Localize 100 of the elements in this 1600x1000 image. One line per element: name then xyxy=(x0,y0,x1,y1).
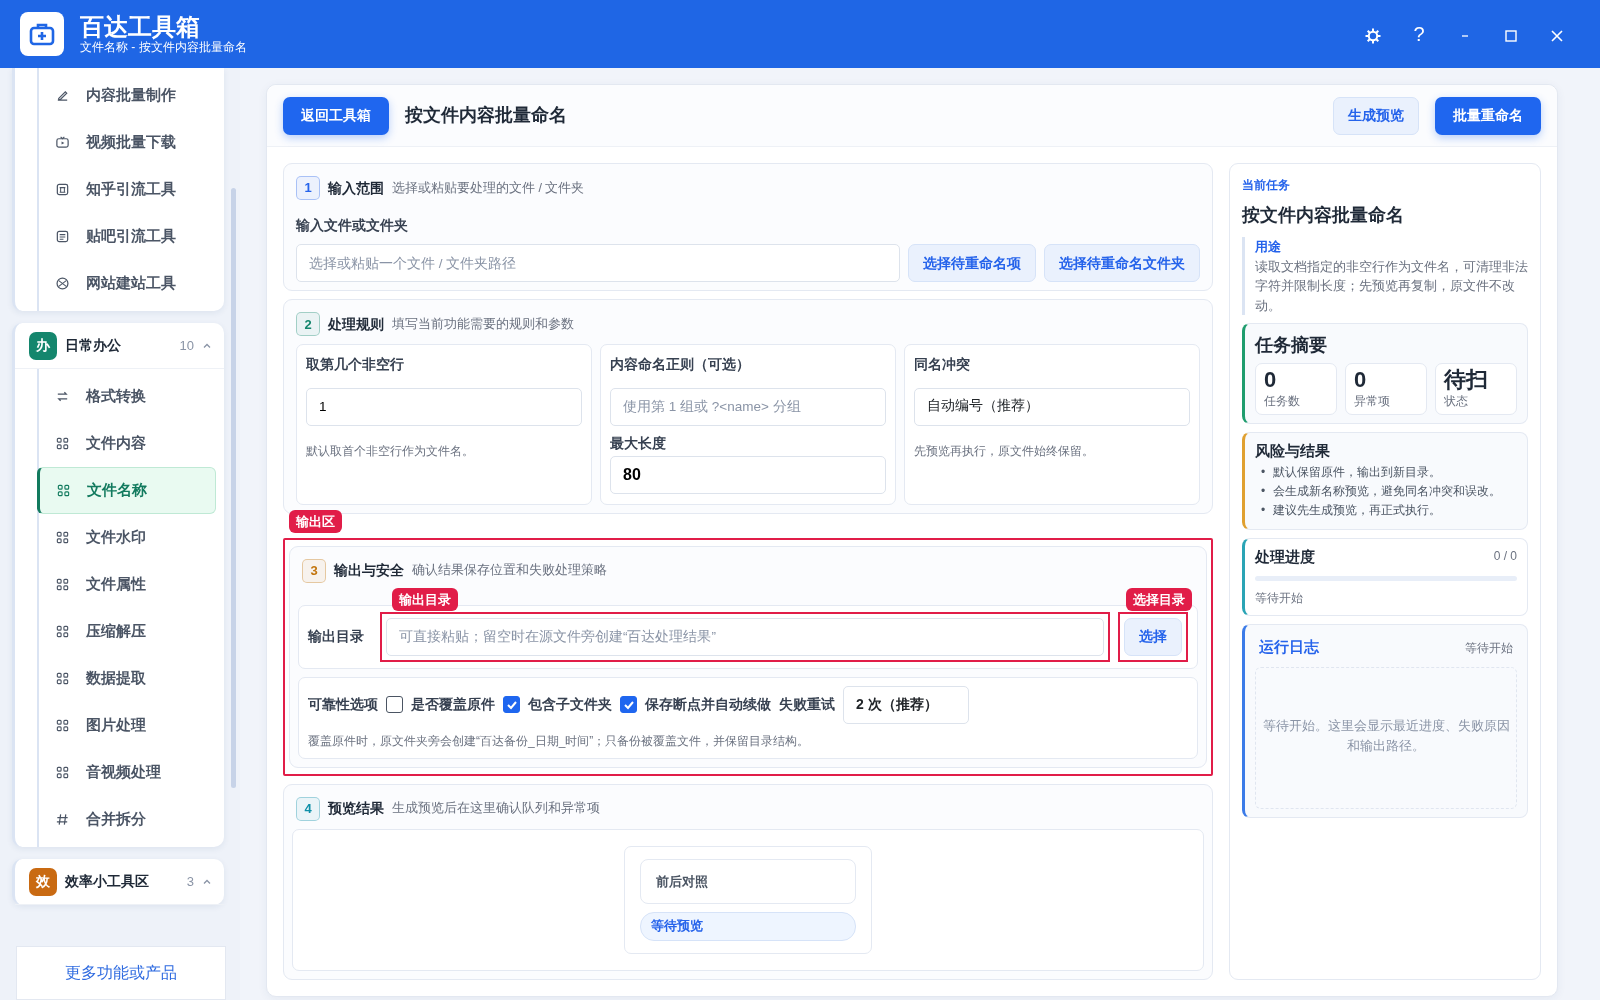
sidebar-item[interactable]: 音视频处理 xyxy=(39,749,224,796)
help-button[interactable]: ? xyxy=(1396,14,1442,54)
group-badge: 效 xyxy=(29,867,57,896)
bullet: • xyxy=(1261,502,1266,520)
sidebar-item[interactable]: 文件内容 xyxy=(39,420,224,467)
grid-icon xyxy=(55,718,70,733)
field-label: 可靠性选项 xyxy=(308,695,378,714)
status-pill: 等待预览 xyxy=(640,912,856,941)
field-label: 内容命名正则（可选） xyxy=(610,356,751,375)
conflict-select[interactable]: 自动编号（推荐） xyxy=(913,387,1190,426)
sidebar-item[interactable]: 文件属性 xyxy=(39,561,224,608)
select-button[interactable]: 选择待重命名项 xyxy=(908,244,1036,283)
sidebar-item[interactable]: 贴吧引流工具 xyxy=(39,213,224,260)
sidebar-item[interactable]: 网站建站工具 xyxy=(39,260,224,307)
grid-icon xyxy=(55,624,70,639)
grid-icon xyxy=(55,577,70,592)
group-title: 日常办公 xyxy=(65,336,121,355)
log-status: 等待开始 xyxy=(1465,640,1513,658)
purpose-label: 用途 xyxy=(1255,238,1282,256)
section-title: 处理规则 xyxy=(328,314,384,334)
grid-icon xyxy=(55,765,70,780)
square-icon xyxy=(55,182,70,197)
field-label: 输入文件或文件夹 xyxy=(295,217,409,235)
stat-label: 异常项 xyxy=(1354,393,1391,411)
section-hint: 生成预览后在这里确认队列和异常项 xyxy=(392,800,600,818)
toolbox-logo-icon xyxy=(20,12,64,56)
annotation-label: 输出区 xyxy=(289,509,342,534)
video-icon xyxy=(55,135,70,150)
field-note: 覆盖原件时，原文件夹旁会创建“百达备份_日期_时间”；只备份被覆盖文件，并保留目录结构。 xyxy=(308,732,811,750)
step-number: 1 xyxy=(296,176,320,200)
sidebar-item[interactable]: 视频批量下载 xyxy=(39,119,224,166)
grid-icon xyxy=(55,671,70,686)
annotation-label: 输出目录 xyxy=(392,587,458,612)
app-subtitle: 文件名称 - 按文件内容批量命名 xyxy=(80,40,247,55)
sidebar-item[interactable]: 文件名称 xyxy=(37,467,216,514)
stat-value: 待扫 xyxy=(1444,368,1489,393)
input-field[interactable]: 80 xyxy=(610,455,886,494)
sidebar-item[interactable]: 图片处理 xyxy=(39,702,224,749)
step-number: 2 xyxy=(296,312,320,337)
grid-icon xyxy=(56,483,71,498)
progress-status: 等待开始 xyxy=(1255,590,1304,608)
group-badge: 办 xyxy=(29,331,57,360)
section-hint: 填写当前功能需要的规则和参数 xyxy=(392,315,574,333)
note-icon xyxy=(55,229,70,244)
batch-rename-button[interactable]: 批量重命名 xyxy=(1435,96,1541,135)
globe-icon xyxy=(55,276,70,291)
log-output-field[interactable]: 等待开始。这里会显示最近进度、失败原因和输出路径。 xyxy=(1255,667,1517,809)
sidebar-item[interactable]: 压缩解压 xyxy=(39,608,224,655)
section-hint: 选择或粘贴要处理的文件 / 文件夹 xyxy=(392,179,585,197)
field-note: 先预览再执行，原文件始终保留。 xyxy=(913,442,1095,460)
step-number: 3 xyxy=(302,558,326,583)
pencil-icon xyxy=(55,88,70,103)
eyebrow-label: 当前任务 xyxy=(1242,177,1291,194)
checkbox-label: 是否覆盖原件 xyxy=(411,695,495,714)
group-title: 效率小工具区 xyxy=(65,872,149,891)
risk-item: 建议先生成预览，再正式执行。 xyxy=(1273,502,1442,520)
grid-icon xyxy=(55,530,70,545)
sidebar-item[interactable]: 文件水印 xyxy=(39,514,224,561)
preview-button[interactable]: 生成预览 xyxy=(1333,96,1419,135)
field-label: 失败重试 xyxy=(779,695,835,714)
sidebar-item[interactable]: 知乎引流工具 xyxy=(39,166,224,213)
section-title: 预览结果 xyxy=(328,799,384,819)
path-input-field[interactable]: 选择或粘贴一个文件 / 文件夹路径 xyxy=(296,244,900,283)
risk-title: 风险与结果 xyxy=(1255,442,1331,462)
checkbox-label: 保存断点并自动续做 xyxy=(645,695,771,714)
close-icon xyxy=(1551,29,1563,42)
sidebar-item[interactable]: 格式转换 xyxy=(39,373,224,420)
log-title: 运行日志 xyxy=(1259,638,1319,658)
more-products-link[interactable]: 更多功能或产品 xyxy=(16,946,226,1000)
checkbox[interactable] xyxy=(503,696,520,714)
checkbox-label: 包含子文件夹 xyxy=(528,695,612,714)
stat-value: 0 xyxy=(1264,368,1278,393)
sidebar-item[interactable]: 合并拆分 xyxy=(39,796,224,843)
checkbox[interactable] xyxy=(386,696,403,714)
app-title: 百达工具箱 xyxy=(80,13,201,40)
stat-label: 状态 xyxy=(1444,393,1469,411)
choose-button[interactable]: 选择 xyxy=(1124,617,1182,656)
task-title: 按文件内容批量命名 xyxy=(1242,204,1405,227)
input-field[interactable]: 使用第 1 组或 ?<name> 分组 xyxy=(610,387,886,426)
input-field[interactable]: 1 xyxy=(306,387,582,426)
group-count: 10 xyxy=(179,336,194,355)
risk-item: 会生成新名称预览，避免同名冲突和误改。 xyxy=(1273,483,1502,501)
purpose-text: 读取文档指定的非空行作为文件名，可清理非法字符并限制长度；先预览再复制，原文件不改动。 xyxy=(1255,257,1528,315)
step-number: 4 xyxy=(296,796,320,821)
stat-label: 任务数 xyxy=(1264,393,1301,411)
bullet: • xyxy=(1261,483,1266,501)
sidebar-item[interactable]: 内容批量制作 xyxy=(39,72,224,119)
output-directory-field[interactable]: 可直接粘贴；留空时在源文件旁创建“百达处理结果” xyxy=(386,617,1104,656)
sidebar-item[interactable]: 数据提取 xyxy=(39,655,224,702)
select-button[interactable]: 选择待重命名文件夹 xyxy=(1044,244,1200,283)
maximize-icon xyxy=(1505,29,1517,42)
section-title: 输出与安全 xyxy=(334,561,404,581)
checkbox[interactable] xyxy=(620,696,637,714)
back-button[interactable]: 返回工具箱 xyxy=(283,96,389,135)
field-note: 默认取首个非空行作为文件名。 xyxy=(306,442,475,460)
comparison-title: 前后对照 xyxy=(640,858,856,905)
retry-select[interactable]: 2 次（推荐） xyxy=(843,685,969,724)
section-title: 输入范围 xyxy=(328,178,384,198)
section-hint: 确认结果保存位置和失败处理策略 xyxy=(412,562,607,580)
gear-icon xyxy=(1364,26,1382,45)
